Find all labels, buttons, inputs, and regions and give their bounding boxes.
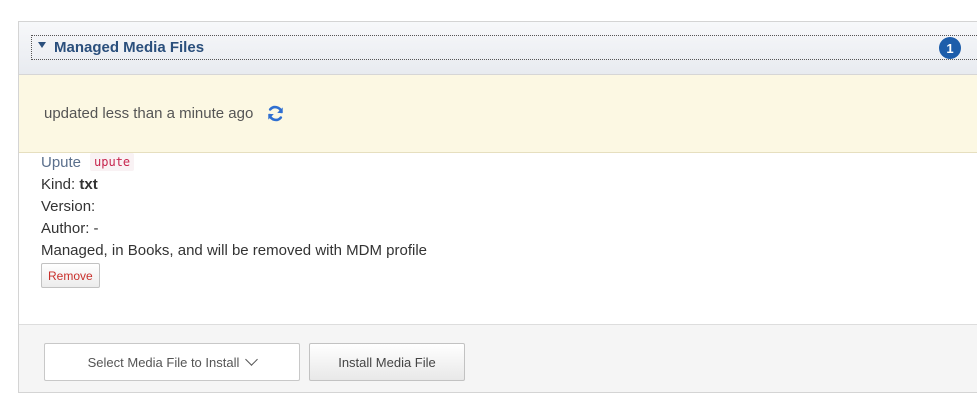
remove-button[interactable]: Remove xyxy=(41,263,100,288)
file-author: Author: - xyxy=(41,220,99,237)
panel-toggle[interactable]: Managed Media Files xyxy=(31,35,977,60)
select-media-file-dropdown[interactable]: Select Media File to Install xyxy=(44,343,300,381)
panel-footer: Select Media File to Install Install Med… xyxy=(19,325,977,392)
panel-header: Managed Media Files 1 xyxy=(19,22,977,75)
chevron-down-icon xyxy=(245,352,259,366)
count-badge: 1 xyxy=(939,37,961,59)
managed-media-files-panel: Managed Media Files 1 updated less than … xyxy=(18,21,977,393)
file-name: Upute xyxy=(41,153,82,171)
caret-down-icon xyxy=(38,41,46,48)
install-media-file-button[interactable]: Install Media File xyxy=(309,343,465,381)
file-name-row: Upute upute xyxy=(41,150,977,174)
file-id: upute xyxy=(90,153,135,171)
file-kind-label: Kind: xyxy=(41,176,80,193)
select-media-file-label: Select Media File to Install xyxy=(87,354,240,370)
media-file-item: Upute upute Kind: txt Version: Author: -… xyxy=(41,150,977,288)
file-version: Version: xyxy=(41,198,96,215)
status-text: updated less than a minute ago xyxy=(44,105,254,122)
panel-title: Managed Media Files xyxy=(54,39,205,56)
refresh-icon[interactable] xyxy=(267,105,284,122)
file-state: Managed, in Books, and will be removed w… xyxy=(41,242,428,259)
status-bar: updated less than a minute ago xyxy=(19,75,977,153)
file-kind: Kind: txt xyxy=(41,174,977,196)
file-kind-value: txt xyxy=(79,176,98,193)
